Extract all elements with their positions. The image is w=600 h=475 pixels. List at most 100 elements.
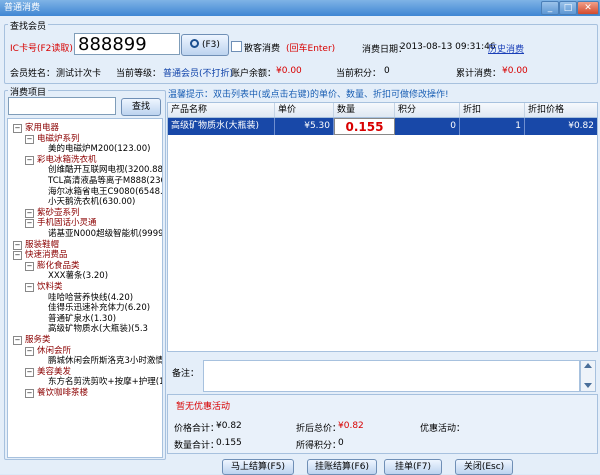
promotion-panel: 暂无优惠活动 价格合计： ¥0.82 折后总价： ¥0.82 优惠活动： 数量合… bbox=[167, 394, 598, 454]
search-member-button[interactable]: (F3) bbox=[181, 34, 229, 56]
qty-total-label: 数量合计： bbox=[174, 441, 220, 451]
tree-item[interactable]: 海尔冰箱省电王C9080(6548.0 bbox=[48, 187, 162, 197]
tree-category[interactable]: 紫砂壶系列 bbox=[37, 208, 80, 218]
table-row[interactable]: 高级矿物质水(大瓶装) ¥5.30 0.155 0 1 ¥0.82 bbox=[168, 118, 597, 135]
remark-textarea[interactable] bbox=[203, 360, 580, 392]
tree-item[interactable]: 高级矿物质水(大瓶装)(5.3 bbox=[48, 324, 148, 334]
tree-item[interactable]: 东方名剪洗剪吹+按摩+护理(1 bbox=[48, 377, 162, 387]
tree-item[interactable]: 普通矿泉水(1.30) bbox=[48, 314, 116, 324]
minimize-button[interactable]: _ bbox=[541, 1, 559, 15]
col-header-discount[interactable]: 折扣 bbox=[460, 103, 525, 117]
tree-item[interactable]: 诺基亚N000超级智能机(9999. bbox=[48, 229, 162, 239]
tree-category[interactable]: 手机固话小灵通 bbox=[37, 218, 97, 228]
hold-order-button[interactable]: 挂单(F7) bbox=[384, 459, 442, 475]
points-label: 当前积分： bbox=[336, 69, 382, 79]
remark-scrollbar[interactable] bbox=[580, 360, 596, 392]
tree-category[interactable]: 餐饮咖啡茶楼 bbox=[37, 388, 88, 398]
order-grid[interactable]: 产品名称 单价 数量 积分 折扣 折扣价格 高级矿物质水(大瓶装) ¥5.30 … bbox=[167, 102, 598, 352]
tree-item[interactable]: 佳得乐迅速补充体力(6.20) bbox=[48, 303, 150, 313]
scroll-up-icon[interactable] bbox=[584, 363, 592, 368]
item-search-button[interactable]: 查找 bbox=[121, 98, 161, 116]
tree-expand-icon[interactable]: − bbox=[25, 367, 34, 377]
cell-name[interactable]: 高级矿物质水(大瓶装) bbox=[168, 118, 275, 135]
date-value: 2013-08-13 09:31:46 bbox=[400, 42, 496, 52]
walkin-checkbox[interactable] bbox=[231, 41, 242, 52]
cell-discount[interactable]: 1 bbox=[460, 118, 525, 135]
card-number-input[interactable]: 888899 bbox=[74, 33, 180, 55]
tree-category[interactable]: 服务类 bbox=[25, 335, 51, 345]
maximize-button[interactable]: □ bbox=[559, 1, 577, 15]
col-header-points[interactable]: 积分 bbox=[395, 103, 460, 117]
tree-expand-icon[interactable]: − bbox=[13, 240, 22, 250]
tree-item[interactable]: 鹏城休闲会所斯洛克3小时激情 bbox=[48, 356, 162, 366]
pay-now-button[interactable]: 马上结算(F5) bbox=[222, 459, 294, 475]
tree-expand-icon[interactable]: − bbox=[25, 346, 34, 356]
activity-label: 优惠活动： bbox=[420, 424, 466, 434]
tree-category[interactable]: 休闲会所 bbox=[37, 346, 71, 356]
tree-category[interactable]: 饮料类 bbox=[37, 282, 63, 292]
close-button[interactable]: 关闭(Esc) bbox=[455, 459, 513, 475]
credit-pay-button[interactable]: 挂账结算(F6) bbox=[307, 459, 377, 475]
points-earned-label: 所得积分： bbox=[296, 441, 342, 451]
close-window-button[interactable]: ✕ bbox=[577, 1, 599, 15]
tree-item[interactable]: TCL高清液晶等离子M888(2365 bbox=[48, 176, 162, 186]
tree-category[interactable]: 膨化食品类 bbox=[37, 261, 80, 271]
tree-category[interactable]: 彩电冰箱洗衣机 bbox=[37, 155, 97, 165]
history-link[interactable]: 历史消费 bbox=[488, 42, 524, 55]
cell-qty-editor[interactable]: 0.155 bbox=[334, 118, 395, 135]
tree-category[interactable]: 快速消费品 bbox=[25, 250, 68, 260]
tree-category[interactable]: 美容美发 bbox=[37, 367, 71, 377]
level-value: 普通会员(不打折) bbox=[163, 69, 234, 79]
qty-total-value: 0.155 bbox=[216, 438, 242, 448]
price-total-label: 价格合计： bbox=[174, 424, 220, 434]
walkin-label: 散客消费 bbox=[244, 44, 281, 54]
tree-category[interactable]: 服装鞋帽 bbox=[25, 240, 59, 250]
col-header-name[interactable]: 产品名称 bbox=[168, 103, 275, 117]
member-group-legend: 查找会员 bbox=[8, 19, 49, 32]
tree-expand-icon[interactable]: − bbox=[25, 389, 34, 398]
cell-price[interactable]: ¥5.30 bbox=[275, 118, 334, 135]
grid-header: 产品名称 单价 数量 积分 折扣 折扣价格 bbox=[168, 103, 597, 118]
col-header-disc-price[interactable]: 折扣价格 bbox=[525, 103, 597, 117]
tree-expand-icon[interactable]: − bbox=[25, 261, 34, 271]
tree-expand-icon[interactable]: − bbox=[25, 134, 34, 144]
after-discount-value: ¥0.82 bbox=[338, 421, 364, 431]
tree-expand-icon[interactable]: − bbox=[13, 124, 22, 133]
remark-label: 备注： bbox=[172, 369, 200, 379]
after-discount-label: 折后总价： bbox=[296, 424, 342, 434]
tree-expand-icon[interactable]: − bbox=[25, 208, 34, 218]
main-window: 普通消费 _ □ ✕ 查找会员 IC卡号(F2读取) 888899 (F3) 散… bbox=[0, 0, 600, 475]
total-label: 累计消费： bbox=[456, 69, 502, 79]
tree-expand-icon[interactable]: − bbox=[25, 283, 34, 292]
scroll-down-icon[interactable] bbox=[584, 383, 592, 388]
item-search-input[interactable] bbox=[8, 97, 116, 115]
search-member-button-label: (F3) bbox=[201, 40, 220, 50]
level-label: 当前等级： bbox=[116, 69, 162, 79]
tree-item[interactable]: 哇哈哈营养快线(4.20) bbox=[48, 293, 133, 303]
col-header-qty[interactable]: 数量 bbox=[334, 103, 395, 117]
tree-expand-icon[interactable]: − bbox=[13, 336, 22, 345]
tree-item[interactable]: 创维酷开互联网电视(3200.88 bbox=[48, 165, 162, 175]
name-label: 会员姓名： bbox=[10, 69, 56, 79]
tree-expand-icon[interactable]: − bbox=[25, 155, 34, 165]
balance-label: 账户余额： bbox=[231, 69, 277, 79]
cell-disc-price[interactable]: ¥0.82 bbox=[525, 118, 597, 135]
item-tree[interactable]: − 家用电器 − 电磁炉系列 美的电磁炉M200(123.00) − 彩电冰箱洗衣机 创维酷开… bbox=[7, 118, 163, 458]
card-label: IC卡号(F2读取) bbox=[10, 44, 73, 54]
balance-value: ¥0.00 bbox=[276, 66, 302, 76]
tree-category[interactable]: 家用电器 bbox=[25, 123, 59, 133]
total-value: ¥0.00 bbox=[502, 66, 528, 76]
tree-item[interactable]: 小天鹅洗衣机(630.00) bbox=[48, 197, 135, 207]
tree-item[interactable]: XXX薯条(3.20) bbox=[48, 271, 108, 281]
col-header-price[interactable]: 单价 bbox=[275, 103, 334, 117]
cell-points[interactable]: 0 bbox=[395, 118, 460, 135]
tree-expand-icon[interactable]: − bbox=[13, 251, 22, 261]
tip-text: 温馨提示：双击列表中(或点击右键)的单价、数量、折扣可做修改操作! bbox=[168, 90, 449, 100]
tree-category[interactable]: 电磁炉系列 bbox=[37, 134, 80, 144]
name-value: 测试计次卡 bbox=[56, 69, 102, 79]
points-value: 0 bbox=[384, 66, 390, 76]
walkin-hint: (回车Enter) bbox=[286, 44, 336, 54]
tree-item[interactable]: 美的电磁炉M200(123.00) bbox=[48, 144, 150, 154]
tree-expand-icon[interactable]: − bbox=[25, 219, 34, 229]
window-title: 普通消费 bbox=[4, 3, 41, 13]
